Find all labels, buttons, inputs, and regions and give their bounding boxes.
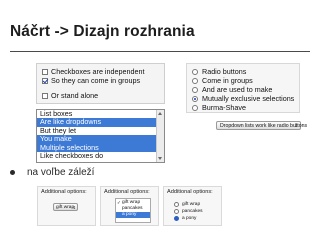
checkbox-row[interactable]: Checkboxes are independent — [42, 67, 145, 76]
checkbox-checked[interactable] — [42, 77, 48, 84]
title-divider — [10, 51, 310, 52]
radio-panel: Radio buttons Come in groups And are use… — [186, 63, 300, 113]
list-scrollbar[interactable] — [156, 110, 164, 162]
radio-label: Burma-Shave — [202, 103, 246, 112]
bullet-point: na voľbe záleží — [10, 167, 94, 178]
mini-radio-label: a pony — [182, 216, 197, 221]
checkbox-panel: Checkboxes are independent So they can c… — [36, 63, 165, 104]
additional-options-label: Additional options: — [104, 189, 150, 195]
radio-label: Radio buttons — [202, 67, 247, 76]
mini-radio-button-selected[interactable] — [174, 216, 179, 221]
additional-options-list-panel: Additional options: gift wrap pancakes a… — [100, 186, 159, 226]
additional-options-label: Additional options: — [41, 189, 87, 195]
checkbox[interactable] — [42, 92, 48, 99]
radio-button[interactable] — [192, 68, 198, 75]
radio-label: Come in groups — [202, 76, 253, 85]
scroll-up-icon[interactable] — [158, 112, 162, 115]
slide-title: Náčrt -> Dizajn rozhrania — [10, 23, 195, 40]
checkbox-row[interactable]: Or stand alone — [42, 91, 98, 100]
mini-list-item-selected[interactable]: a pony — [116, 212, 150, 218]
checkbox[interactable] — [42, 68, 48, 75]
dropdown-select[interactable]: Dropdown lists work like radio buttons ⇕ — [216, 121, 307, 130]
radio-label: Mutually exclusive selections — [202, 94, 295, 103]
radio-button[interactable] — [192, 77, 198, 84]
radio-button-selected[interactable] — [192, 95, 198, 102]
additional-options-dropdown-panel: Additional options: gift wrap ⇕ — [37, 186, 96, 226]
updown-chevron-icon: ⇕ — [72, 205, 76, 210]
list-box[interactable]: List boxes Are like dropdowns But they l… — [36, 109, 165, 163]
mini-dropdown-value: gift wrap — [56, 205, 75, 210]
list-item[interactable]: Like checkboxes do — [37, 151, 157, 160]
mini-radio-label: pancakes — [182, 209, 203, 214]
mini-radio-row[interactable]: gift wrap — [174, 202, 200, 207]
radio-row[interactable]: Mutually exclusive selections — [192, 94, 294, 103]
mini-list-box[interactable]: gift wrap pancakes a pony — [115, 198, 151, 223]
checkbox-label: So they can come in groups — [51, 76, 141, 85]
scroll-down-icon[interactable] — [158, 157, 162, 160]
radio-label: And are used to make — [202, 85, 273, 94]
radio-button[interactable] — [192, 86, 198, 93]
radio-row[interactable]: Radio buttons — [192, 67, 246, 76]
checkbox-label: Checkboxes are independent — [51, 67, 145, 76]
checkbox-row[interactable]: So they can come in groups — [42, 76, 140, 85]
radio-row[interactable]: Burma-Shave — [192, 103, 246, 112]
radio-row[interactable]: And are used to make — [192, 85, 272, 94]
mini-radio-button[interactable] — [174, 209, 179, 214]
updown-chevron-icon: ⇕ — [293, 123, 298, 129]
mini-dropdown[interactable]: gift wrap ⇕ — [53, 203, 78, 211]
mini-radio-label: gift wrap — [182, 202, 201, 207]
mini-radio-row[interactable]: pancakes — [174, 209, 203, 214]
additional-options-label: Additional options: — [167, 189, 213, 195]
bullet-text: na voľbe záleží — [27, 167, 95, 178]
checkbox-label: Or stand alone — [51, 91, 99, 100]
mini-radio-row[interactable]: a pony — [174, 216, 196, 221]
bullet-dot-icon — [10, 170, 15, 175]
radio-button[interactable] — [192, 104, 198, 111]
mini-radio-button[interactable] — [174, 202, 179, 207]
radio-row[interactable]: Come in groups — [192, 76, 253, 85]
additional-options-radio-panel: Additional options: gift wrap pancakes a… — [163, 186, 222, 226]
